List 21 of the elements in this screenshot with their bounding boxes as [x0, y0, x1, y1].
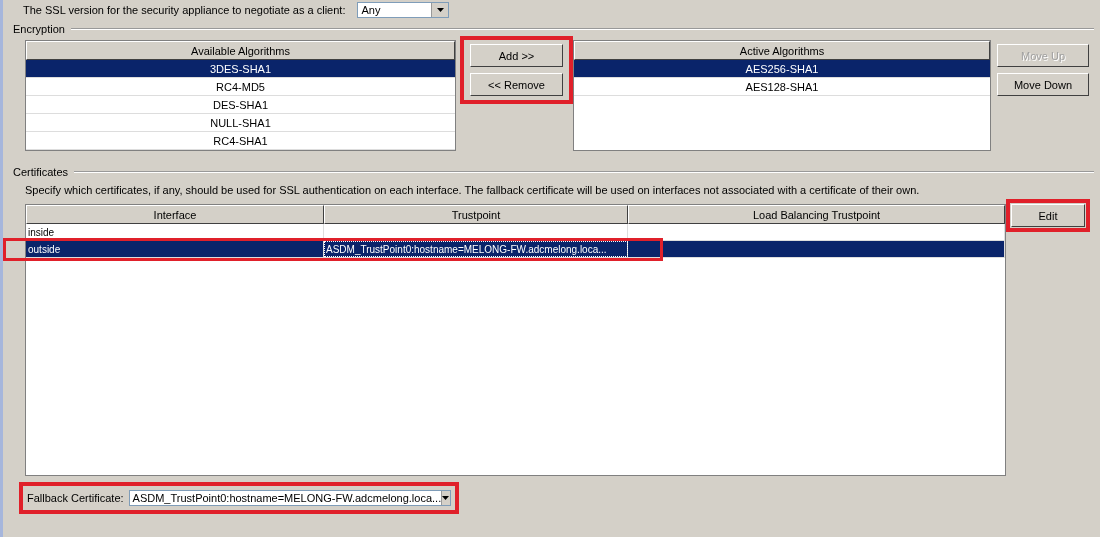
- transfer-button[interactable]: << Remove: [470, 73, 563, 96]
- fallback-certificate-dropdown[interactable]: ASDM_TrustPoint0:hostname=MELONG-FW.adcmelong.loca...: [128, 490, 451, 506]
- column-header: Active Algorithms: [574, 41, 990, 60]
- ssl-version-dropdown[interactable]: Any: [357, 2, 450, 18]
- transfer-button[interactable]: Add >>: [470, 44, 563, 67]
- column-header: Available Algorithms: [26, 41, 455, 60]
- group-title: Encryption: [13, 23, 65, 35]
- dropdown-arrow-icon: [436, 8, 444, 12]
- fallback-label: Fallback Certificate:: [27, 492, 124, 504]
- dropdown-arrow-icon: [442, 496, 450, 500]
- column-header[interactable]: Load Balancing Trustpoint: [628, 205, 1005, 224]
- order-button[interactable]: Move Down: [997, 73, 1089, 96]
- column-header[interactable]: Trustpoint: [324, 205, 628, 224]
- list-item[interactable]: AES256-SHA1: [574, 60, 990, 78]
- description-text: Specify which certificates, if any, should be used for SSL authentication on each interface. The fallback certificate will be used on interfaces not associated with a certificate of their own.: [24, 184, 921, 196]
- list-item[interactable]: 3DES-SHA1: [26, 60, 455, 78]
- ssl-version-label: The SSL version for the security appliance to negotiate as a client:: [23, 4, 346, 16]
- edit-button[interactable]: Edit: [1011, 204, 1085, 227]
- group-title: Certificates: [13, 166, 69, 178]
- table-row[interactable]: outside ASDM_TrustPoint0:hostname=MELONG-FW.adcmelong.loca...: [26, 241, 1005, 258]
- column-header[interactable]: Interface: [26, 205, 324, 224]
